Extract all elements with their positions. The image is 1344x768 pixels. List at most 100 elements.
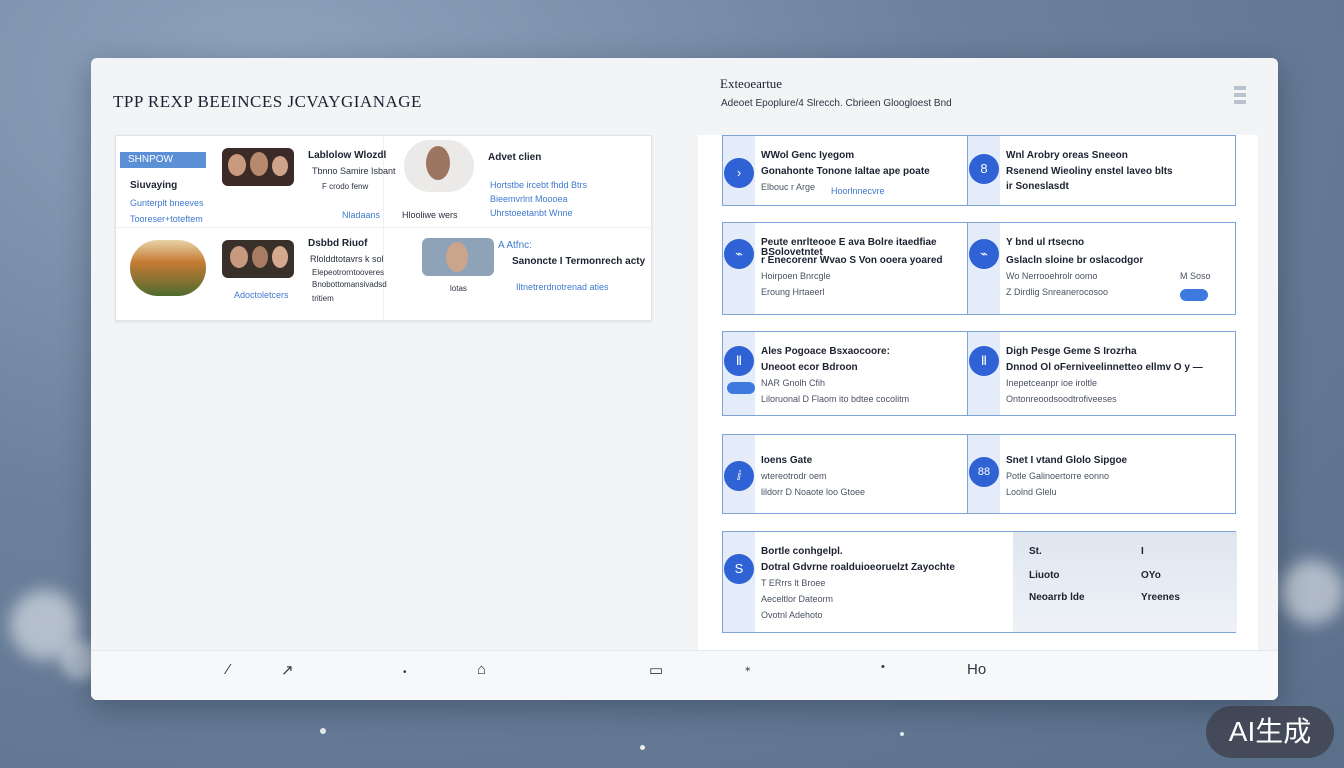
table-cell: Liuoto — [1029, 570, 1060, 581]
row-line: WWol Genc Iyegom — [761, 150, 855, 161]
landscape-photo — [130, 240, 206, 296]
row-line: r Enecorenr Wvao S Von ooera yoared — [761, 255, 943, 266]
pause-icon[interactable]: Ⅱ — [724, 346, 754, 376]
row-line: lildorr D Noaote loo Gtoee — [761, 487, 866, 497]
row-right[interactable]: 88 Snet I vtand Glolo Sipgoe Potle Galin… — [968, 435, 1235, 513]
caption-title: Advet clien — [488, 152, 542, 163]
list-row[interactable]: › WWol Genc Iyegom Gonahonte Tonone Ialt… — [722, 135, 1236, 206]
row-line: Gonahonte Tonone Ialtae ape poate — [761, 166, 930, 177]
toggle-button[interactable] — [727, 382, 755, 394]
home-icon[interactable]: ⌂ — [477, 661, 486, 678]
settings-icon[interactable]: 8 — [969, 154, 999, 184]
row-right[interactable]: 8 Wnl Arobry oreas Sneeon Rsenend Wieoli… — [968, 136, 1235, 205]
caption-footer: Hlooliwe wers — [402, 210, 458, 220]
row-line: Hoirpoen Bnrcgle — [761, 271, 831, 281]
more-menu-icon[interactable] — [1234, 86, 1246, 112]
pause-icon[interactable]: Ⅱ — [969, 346, 999, 376]
row-line: wtereotrodr oem — [761, 471, 827, 481]
caption-footer: lotas — [450, 284, 467, 293]
row-right[interactable]: Ⅱ Digh Pesge Geme S Irozrha Dnnod Ol oFe… — [968, 332, 1235, 415]
caption-line: F crodo fenw — [322, 182, 369, 191]
row-line: Liloruonal D Flaom ito bdtee cocolitm — [761, 394, 910, 404]
link-icon[interactable]: ⌁ — [969, 239, 999, 269]
row-left[interactable]: S Bortle conhgelpl. Dotral Gdvrne roaldu… — [723, 532, 1013, 632]
row-line: T ERrrs lt Broee — [761, 578, 826, 588]
ho-icon[interactable]: Ho — [967, 661, 986, 678]
row-line: Dotral Gdvrne roalduioeoruelzt Zayochte — [761, 562, 955, 573]
row-left[interactable]: Ⅱ Ales Pogoace Bsxaocoore: Uneoot ecor B… — [723, 332, 968, 415]
panel-subtitle: Adeoet Epoplure/4 Slrecch. Cbrieen Gloog… — [721, 98, 952, 109]
dot-small-icon[interactable]: • — [881, 661, 885, 673]
gallery-cell[interactable]: Adoctoletcers Dsbbd Riuof Rlolddtotavrs … — [116, 228, 387, 320]
bottom-nav: ⁄ ↗ • ⌂ ▭ ⁎ • Ho — [91, 650, 1278, 700]
caption-line: Uhrstoeetanbt Wnne — [490, 208, 573, 218]
caption-title: Dsbbd Riuof — [308, 238, 368, 249]
caption-title: A Atfnc: — [498, 240, 532, 251]
row-line: Eroung Hrtaeerl — [761, 287, 825, 297]
gallery-cell[interactable]: SHNPOW Siuvaying Gunterplt bneeves Toore… — [116, 136, 396, 228]
cell-line: Tooreser+toteftem — [130, 214, 203, 224]
row-link[interactable]: Hoorlnnecvre — [831, 186, 885, 196]
group-photo — [222, 148, 294, 186]
group-photo — [222, 240, 294, 278]
panel-title: Exteoeartue — [720, 76, 783, 91]
caption-line: tritiem — [312, 294, 334, 303]
bokeh-decor — [1280, 560, 1344, 624]
row-line: Ovotnl Adehoto — [761, 610, 823, 620]
row-line: Aeceltlor Dateorm — [761, 594, 834, 604]
row-line: Ales Pogoace Bsxaocoore: — [761, 346, 890, 357]
caption-line: Tbnno Samire Isbant — [312, 166, 396, 176]
ai-watermark: AI生成 — [1206, 706, 1334, 758]
list-row[interactable]: ⅈ Ioens Gate wtereotrodr oem lildorr D N… — [722, 434, 1236, 514]
list-row[interactable]: Ⅱ Ales Pogoace Bsxaocoore: Uneoot ecor B… — [722, 331, 1236, 416]
row-line: Snet I vtand Glolo Sipgoe — [1006, 455, 1128, 466]
row-line: Potle Galinoertorre eonno — [1006, 471, 1110, 481]
bokeh-decor — [320, 728, 326, 734]
row-left[interactable]: › WWol Genc Iyegom Gonahonte Tonone Ialt… — [723, 136, 968, 205]
gallery-cell[interactable]: Advet clien Hortstbe ircebt fhdd Btrs Bi… — [384, 136, 652, 228]
portrait-photo — [404, 140, 474, 192]
portrait-photo — [422, 238, 494, 276]
link-icon[interactable]: ⌁ — [724, 239, 754, 269]
bokeh-decor — [640, 745, 645, 750]
list-row[interactable]: S Bortle conhgelpl. Dotral Gdvrne roaldu… — [722, 531, 1237, 633]
row-right[interactable]: ⌁ Y bnd ul rtsecno Gslacln sloine br osl… — [968, 223, 1235, 314]
row-left[interactable]: ⌁ Peute enrlteooe E ava Bolre itaedfiae … — [723, 223, 968, 314]
caption-line: Sanoncte I Termonrech acty — [512, 256, 646, 267]
row-line: Ontonreoodsoodtrofiveeses — [1006, 394, 1117, 404]
row-line: Rsenend Wieoliny enstel laveo blts — [1006, 166, 1173, 177]
pin-icon[interactable]: ⁎ — [745, 661, 751, 674]
window-icon[interactable]: ▭ — [649, 661, 663, 679]
row-line: Elbouc r Arge — [761, 182, 816, 192]
edit-icon[interactable]: ↗ — [281, 661, 294, 679]
bokeh-decor — [900, 732, 904, 736]
sync-icon[interactable]: S — [724, 554, 754, 584]
caption-link[interactable]: Nladaans — [342, 210, 380, 220]
row-line: Ioens Gate — [761, 455, 813, 466]
row-left[interactable]: ⅈ Ioens Gate wtereotrodr oem lildorr D N… — [723, 435, 968, 513]
table-cell: I — [1141, 546, 1144, 557]
grid-icon[interactable]: 88 — [969, 457, 999, 487]
table-cell: St. — [1029, 546, 1042, 557]
row-line: Bortle conhgelpl. — [761, 546, 843, 557]
dot-icon[interactable]: • — [403, 667, 407, 678]
row-line: NAR Gnolh Cfih — [761, 378, 826, 388]
page-title: TPP REXP BEEINCES JCVAYGIANAGE — [113, 92, 422, 111]
info-icon[interactable]: ⅈ — [724, 461, 754, 491]
detail-table: St. I Liuoto OYo Neoarrb lde Yreenes — [1013, 532, 1237, 632]
gallery-cell[interactable]: A Atfnc: Sanoncte I Termonrech acty Iltn… — [384, 228, 652, 320]
chevron-right-icon[interactable]: › — [724, 158, 754, 188]
row-line: Uneoot ecor Bdroon — [761, 362, 858, 373]
caption-line: Bnobottomansivadsd — [312, 280, 387, 289]
caption-link[interactable]: Iltnetrerdnotrenad aties — [516, 282, 609, 292]
section-tag: SHNPOW — [120, 152, 206, 168]
list-row[interactable]: ⌁ Peute enrlteooe E ava Bolre itaedfiae … — [722, 222, 1236, 315]
row-line: Dnnod Ol oFerniveelinnetteo ellmv O y — — [1006, 362, 1203, 373]
caption-link[interactable]: Adoctoletcers — [234, 290, 289, 300]
gallery-card: SHNPOW Siuvaying Gunterplt bneeves Toore… — [115, 135, 652, 321]
caption-line: Hortstbe ircebt fhdd Btrs — [490, 180, 588, 190]
cell-line: Gunterplt bneeves — [130, 198, 204, 208]
row-line: ir Soneslasdt — [1006, 181, 1069, 192]
toggle-button[interactable] — [1180, 289, 1208, 301]
back-icon[interactable]: ⁄ — [227, 661, 230, 678]
